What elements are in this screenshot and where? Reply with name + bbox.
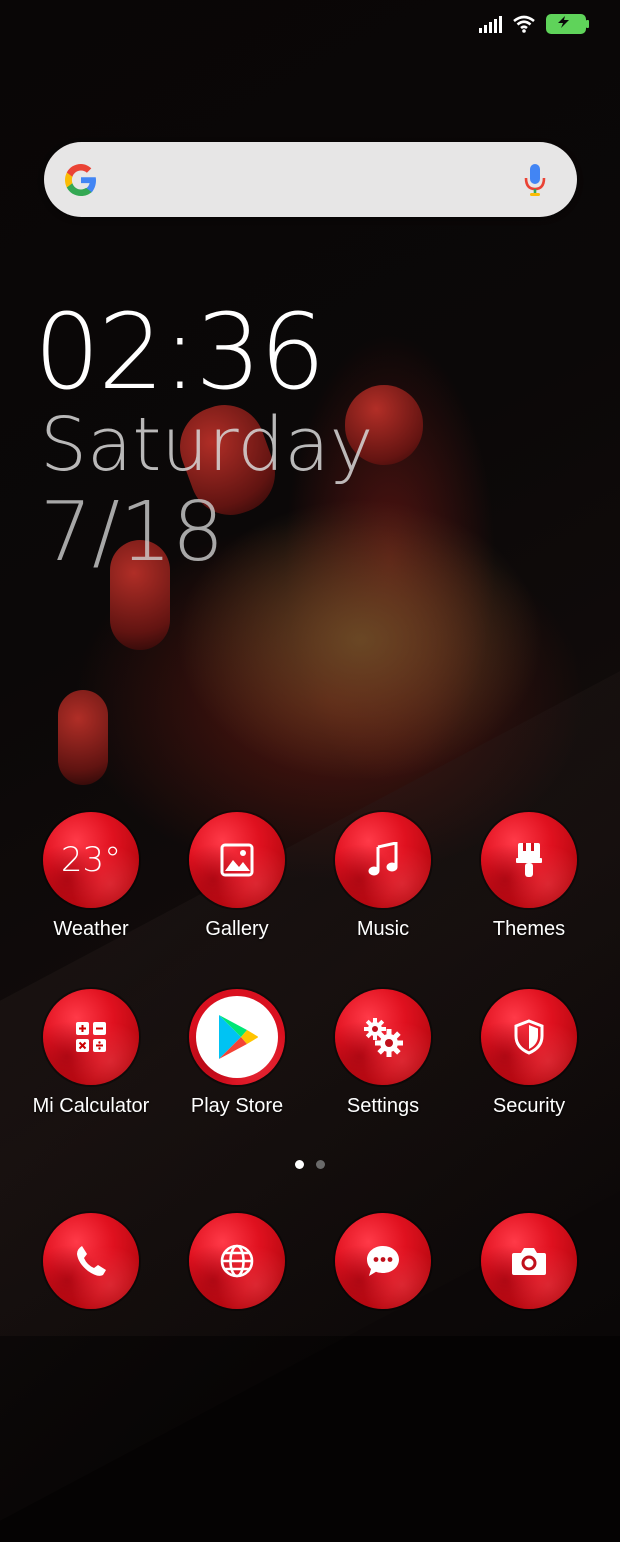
app-settings[interactable]: Settings (310, 989, 456, 1118)
app-music[interactable]: Music (310, 812, 456, 941)
google-g-icon (65, 164, 96, 196)
camera-icon (481, 1213, 577, 1309)
weather-temperature: 23° (60, 840, 122, 880)
app-weather[interactable]: 23° Weather (18, 812, 164, 941)
app-security[interactable]: Security (456, 989, 602, 1118)
clock-time[interactable]: 02:36 (34, 300, 326, 404)
page-indicator (0, 1160, 620, 1169)
wallpaper-finger (58, 690, 108, 785)
gallery-icon (189, 812, 285, 908)
page-dot-active[interactable] (295, 1160, 304, 1169)
app-label: Weather (53, 918, 129, 940)
google-search-bar[interactable] (44, 142, 577, 217)
shield-icon (481, 989, 577, 1085)
app-label: Gallery (205, 918, 269, 940)
app-mi-calculator[interactable]: Mi Calculator (18, 989, 164, 1118)
music-note-icon (335, 812, 431, 908)
status-bar (479, 14, 589, 34)
signal-bars-icon (479, 15, 502, 33)
paintbrush-icon (481, 812, 577, 908)
clock-date: 7/18 (40, 485, 225, 580)
gears-icon (335, 989, 431, 1085)
dock-phone[interactable] (18, 1213, 164, 1309)
app-label: Music (356, 918, 410, 940)
messages-icon (335, 1213, 431, 1309)
phone-icon (43, 1213, 139, 1309)
battery-charging-icon (546, 14, 589, 34)
mic-icon[interactable] (523, 162, 547, 198)
dock-camera[interactable] (456, 1213, 602, 1309)
play-store-icon (189, 989, 285, 1085)
app-label: Play Store (190, 1095, 284, 1117)
wifi-icon (513, 15, 535, 33)
app-label: Mi Calculator (32, 1095, 150, 1117)
dock-messages[interactable] (310, 1213, 456, 1309)
app-play-store[interactable]: Play Store (164, 989, 310, 1118)
app-gallery[interactable]: Gallery (164, 812, 310, 941)
weather-icon: 23° (43, 812, 139, 908)
dock-browser[interactable] (164, 1213, 310, 1309)
browser-globe-icon (189, 1213, 285, 1309)
app-label: Themes (492, 918, 566, 940)
clock-day: Saturday (40, 402, 374, 488)
app-label: Settings (346, 1095, 420, 1117)
app-label: Security (492, 1095, 566, 1117)
calculator-icon (43, 989, 139, 1085)
app-themes[interactable]: Themes (456, 812, 602, 941)
page-dot[interactable] (316, 1160, 325, 1169)
